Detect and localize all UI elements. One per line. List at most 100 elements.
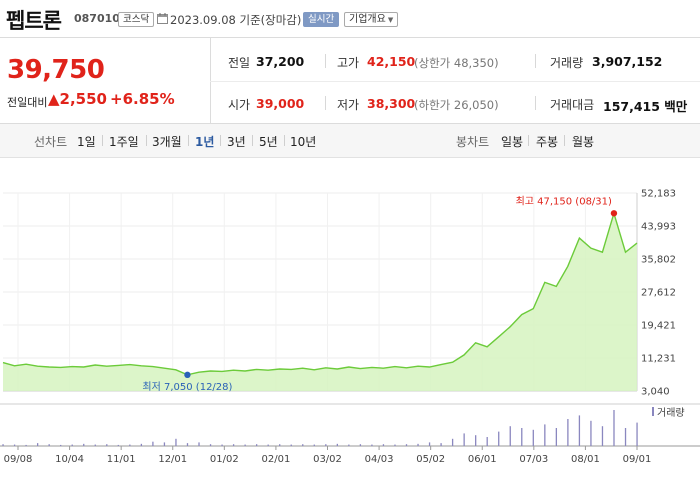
volume-bar (428, 442, 431, 446)
volume-bar (590, 420, 592, 446)
volume-bar (83, 443, 85, 446)
tab-monthly-candle[interactable]: 월봉 (572, 133, 594, 150)
y-tick-label: 19,421 (641, 321, 676, 332)
tab-divider (220, 135, 221, 146)
volume-bar (290, 444, 292, 446)
volume-bar (209, 444, 212, 446)
volume-bar (152, 441, 154, 446)
volume-bar (636, 422, 638, 446)
volume-bar (36, 443, 39, 446)
amount-label: 거래대금 (550, 98, 595, 112)
volume-bar (198, 442, 200, 446)
volume-legend: 거래량 (657, 407, 685, 419)
tab-divider (252, 135, 253, 146)
open-value: 39,000 (256, 96, 305, 111)
volume-bar (71, 444, 73, 446)
prev-close-value: 37,200 (256, 54, 305, 69)
volume-bar (417, 443, 419, 446)
volume-bar (25, 444, 27, 446)
tab-10year[interactable]: 10년 (290, 133, 316, 150)
low-label: 저가 (337, 98, 360, 112)
volume-bar (302, 444, 304, 446)
price-area (3, 213, 637, 391)
stock-code: 087010 (74, 12, 120, 25)
volume-bar (94, 444, 96, 446)
volume-bar (348, 444, 350, 446)
volume-bar (451, 438, 454, 446)
high-annotation: 최고 47,150 (08/31) (516, 195, 612, 207)
volume-bar (2, 444, 4, 446)
volume-bar (521, 428, 523, 446)
tab-weekly-candle[interactable]: 주봉 (536, 133, 558, 150)
volume-bar (624, 428, 627, 446)
tab-divider (146, 135, 147, 146)
stock-header: 펩트론 087010 코스닥 2023.09.08 기준(장마감) 실시간 기업… (0, 0, 700, 38)
volume-bar (279, 444, 281, 446)
line-chart-label: 선차트 (34, 135, 68, 149)
volume-bar (578, 415, 581, 446)
volume-bar (13, 444, 16, 446)
volume-bar (267, 444, 269, 446)
y-tick-label: 35,802 (641, 255, 676, 266)
realtime-button[interactable]: 실시간 (303, 12, 340, 27)
volume-bar (405, 444, 408, 446)
x-tick-label: 12/01 (158, 454, 187, 465)
x-tick-label: 02/01 (262, 454, 291, 465)
tab-1year[interactable]: 1년 (195, 133, 214, 150)
x-tick-label: 09/01 (623, 454, 652, 465)
company-overview-label: 기업개요 (349, 14, 386, 25)
volume-bar (509, 426, 511, 446)
low-marker (184, 371, 191, 379)
volume-bar (555, 428, 558, 446)
upper-limit: (상한가 48,350) (414, 56, 499, 70)
volume-value: 3,907,152 (592, 54, 663, 69)
cell-divider (535, 54, 536, 68)
volume-bar (613, 410, 615, 446)
x-tick-label: 10/04 (55, 454, 84, 465)
tab-divider (528, 135, 529, 146)
chart-tabs (0, 124, 700, 158)
stock-name[interactable]: 펩트론 (6, 5, 62, 35)
tab-divider (188, 135, 189, 146)
x-tick-label: 01/02 (210, 454, 239, 465)
y-tick-label: 52,183 (641, 189, 676, 200)
volume-label: 거래량 (550, 56, 584, 70)
x-tick-label: 06/01 (468, 454, 497, 465)
amount-value: 157,415 백만 (603, 99, 688, 114)
volume-legend-swatch (652, 407, 654, 416)
tab-1day[interactable]: 1일 (77, 133, 96, 150)
prev-close-label: 전일 (228, 56, 251, 70)
calendar-icon (157, 13, 168, 24)
tab-divider (102, 135, 103, 146)
x-tick-label: 11/01 (107, 454, 136, 465)
low-annotation: 최저 7,050 (12/28) (142, 381, 232, 393)
volume-bar (221, 444, 223, 446)
tab-divider (564, 135, 565, 146)
company-overview-dropdown[interactable]: 기업개요 ▼ (344, 12, 399, 27)
volume-bar (498, 431, 500, 446)
x-tick-label: 03/02 (313, 454, 342, 465)
tab-daily-candle[interactable]: 일봉 (501, 133, 523, 150)
volume-bar (186, 443, 189, 446)
current-price: 39,750 (7, 55, 105, 85)
volume-bar (325, 444, 327, 446)
x-tick-label: 07/03 (519, 454, 548, 465)
candle-chart-label: 봉차트 (456, 135, 490, 149)
tab-1week[interactable]: 1주일 (109, 133, 139, 150)
change-label: 전일대비 (7, 96, 48, 109)
y-tick-label: 43,993 (641, 222, 676, 233)
tab-3year[interactable]: 3년 (227, 133, 246, 150)
volume-bar (106, 444, 108, 446)
volume-bar (486, 437, 488, 446)
quote-date: 2023.09.08 기준(장마감) (170, 13, 302, 27)
y-tick-label: 11,231 (641, 354, 676, 365)
volume-bar (475, 435, 477, 446)
tab-3month[interactable]: 3개월 (152, 133, 182, 150)
tab-5year[interactable]: 5년 (259, 133, 278, 150)
tab-divider (284, 135, 285, 146)
volume-bar (313, 444, 315, 446)
change-value: ▲2,550 (48, 90, 107, 108)
cell-divider (325, 96, 326, 110)
y-tick-label: 27,612 (641, 288, 676, 299)
volume-bar (336, 443, 338, 446)
